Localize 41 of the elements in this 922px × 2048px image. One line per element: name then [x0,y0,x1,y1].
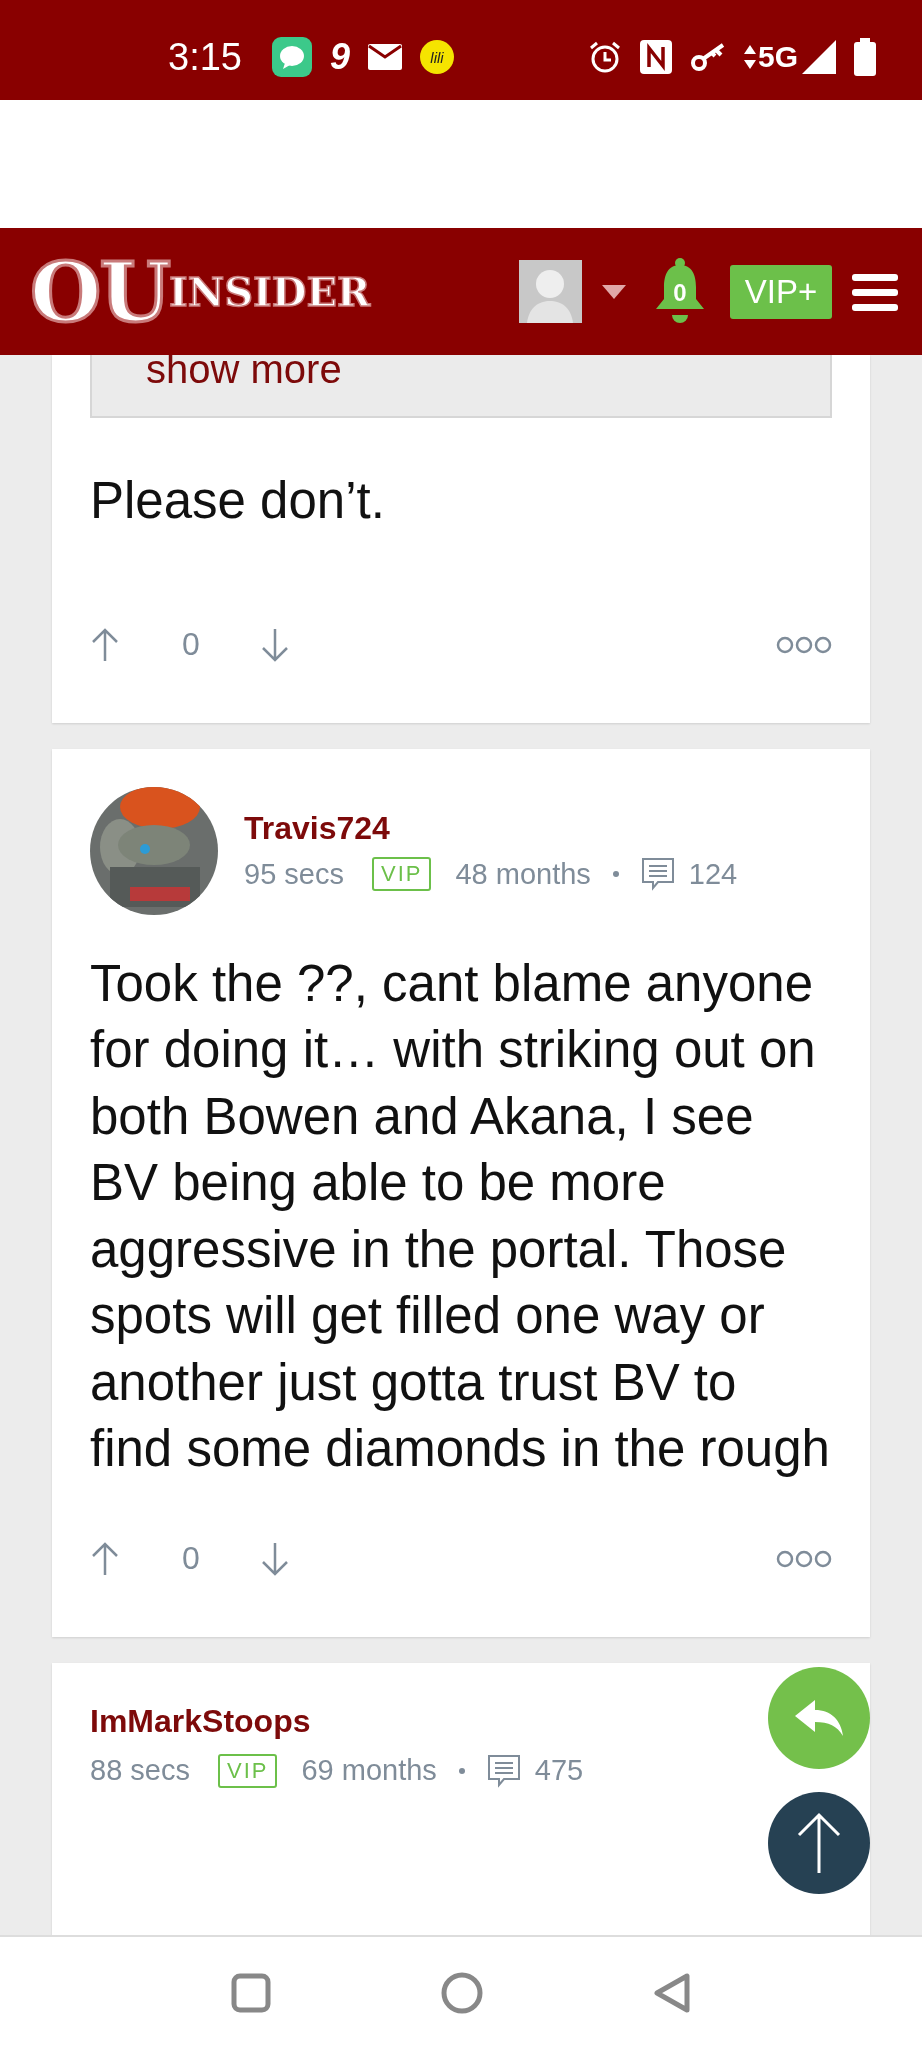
vip-badge: VIP [217,1753,278,1788]
menu-icon[interactable] [852,271,898,312]
member-tenure: 69 months [301,1754,437,1788]
comment-icon [486,1753,521,1788]
data-arrows-icon [743,45,756,69]
home-icon[interactable] [441,1971,483,2014]
comment-text: Took the ??, cant blame anyone for doing it… with striking out on both Bowen and Akana, I see BV being able to be more aggressive in the portal. Those spots will get filled one way or another just gotta trust BV to find some diamonds in the rough [90,953,831,1479]
app-notification: lili [420,40,454,74]
username[interactable]: Travis724 [244,810,390,847]
network-type: 5G [757,40,798,74]
post-time: 88 secs [90,1754,190,1788]
signal-icon [802,40,836,74]
arrow-up-icon [797,1811,841,1875]
app-notification: 9 [329,36,350,78]
key-icon [689,42,726,72]
downvote-icon[interactable] [259,1540,290,1577]
upvote-icon[interactable] [90,626,120,663]
post-count: 124 [688,857,738,891]
downvote-icon[interactable] [259,626,290,663]
battery-icon [854,38,876,76]
chat-app-icon [271,37,312,77]
back-icon[interactable] [653,1971,691,2014]
more-icon[interactable] [776,1549,832,1568]
clock: 3:15 [168,35,242,79]
more-icon[interactable] [776,635,832,654]
username[interactable]: ImMarkStoops [90,1702,311,1740]
vip-badge: VIP [371,857,432,891]
post-count: 475 [534,1754,584,1788]
reply-icon [793,1698,845,1738]
comment-text: Please don’t. [90,471,386,531]
vote-count: 0 [182,1540,200,1578]
nfc-icon [639,40,672,74]
alarm-icon [587,40,622,74]
mail-icon [368,44,402,70]
caret-icon[interactable] [602,284,626,299]
post-time: 95 secs [244,857,344,891]
vote-count: 0 [182,626,200,663]
upvote-icon[interactable] [90,1540,120,1577]
member-tenure: 48 months [455,857,591,891]
comment-icon [640,857,675,891]
recent-apps-icon[interactable] [231,1972,271,2013]
